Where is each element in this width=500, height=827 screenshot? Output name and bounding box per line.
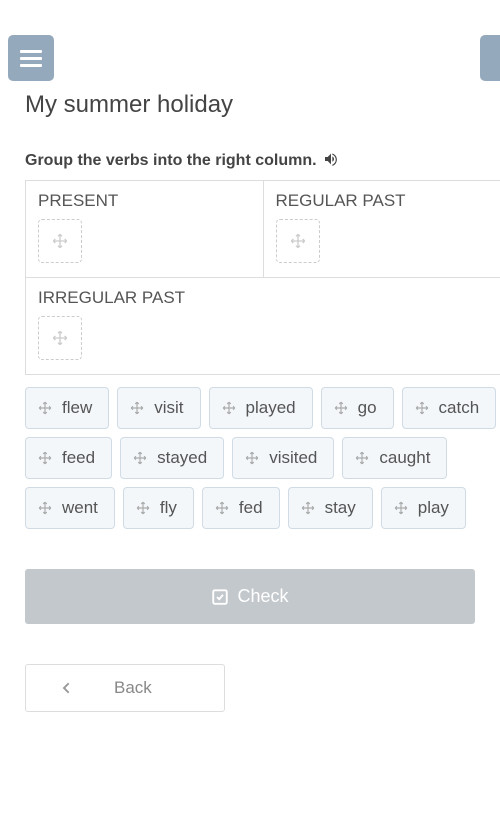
move-icon xyxy=(133,451,147,465)
drop-slot-regular-past[interactable] xyxy=(276,219,320,263)
chip-label: played xyxy=(246,398,296,418)
chip-went[interactable]: went xyxy=(25,487,115,529)
move-icon xyxy=(38,501,52,515)
chip-fed[interactable]: fed xyxy=(202,487,280,529)
column-header-regular-past: REGULAR PAST xyxy=(276,191,489,211)
chip-stayed[interactable]: stayed xyxy=(120,437,224,479)
chip-label: go xyxy=(358,398,377,418)
back-button-label: Back xyxy=(114,678,152,698)
column-irregular-past[interactable]: IRREGULAR PAST xyxy=(25,278,500,374)
chip-label: feed xyxy=(62,448,95,468)
right-side-button[interactable] xyxy=(480,35,500,81)
check-button-label: Check xyxy=(237,586,288,607)
chip-played[interactable]: played xyxy=(209,387,313,429)
chip-label: went xyxy=(62,498,98,518)
move-icon xyxy=(38,401,52,415)
chip-stay[interactable]: stay xyxy=(288,487,373,529)
check-button[interactable]: Check xyxy=(25,569,475,624)
chip-go[interactable]: go xyxy=(321,387,394,429)
move-icon xyxy=(38,451,52,465)
move-icon xyxy=(290,233,306,249)
column-header-present: PRESENT xyxy=(38,191,251,211)
hamburger-icon xyxy=(20,50,42,66)
chip-label: fed xyxy=(239,498,263,518)
chip-label: fly xyxy=(160,498,177,518)
chip-label: catch xyxy=(439,398,480,418)
chip-flew[interactable]: flew xyxy=(25,387,109,429)
page-title: My summer holiday xyxy=(25,91,500,119)
arrow-left-icon xyxy=(58,680,74,696)
check-icon xyxy=(211,588,229,606)
chip-visited[interactable]: visited xyxy=(232,437,334,479)
move-icon xyxy=(130,401,144,415)
move-icon xyxy=(222,401,236,415)
chip-label: stay xyxy=(325,498,356,518)
move-icon xyxy=(215,501,229,515)
chip-label: caught xyxy=(379,448,430,468)
chip-label: flew xyxy=(62,398,92,418)
move-icon xyxy=(301,501,315,515)
move-icon xyxy=(394,501,408,515)
move-icon xyxy=(355,451,369,465)
chip-caught[interactable]: caught xyxy=(342,437,447,479)
move-icon xyxy=(136,501,150,515)
instruction-label: Group the verbs into the right column. xyxy=(25,152,317,170)
instruction-text: Group the verbs into the right column. xyxy=(25,151,500,170)
chip-label: play xyxy=(418,498,449,518)
categorization-grid: PRESENT REGULAR PAST IRREGULAR PAST xyxy=(25,180,500,375)
column-present[interactable]: PRESENT xyxy=(25,181,263,277)
back-button[interactable]: Back xyxy=(25,664,225,712)
move-icon xyxy=(52,233,68,249)
chip-label: stayed xyxy=(157,448,207,468)
move-icon xyxy=(52,330,68,346)
move-icon xyxy=(415,401,429,415)
drop-slot-irregular-past[interactable] xyxy=(38,316,82,360)
menu-button[interactable] xyxy=(8,35,54,81)
chip-fly[interactable]: fly xyxy=(123,487,194,529)
column-regular-past[interactable]: REGULAR PAST xyxy=(263,181,500,277)
chip-catch[interactable]: catch xyxy=(402,387,497,429)
move-icon xyxy=(245,451,259,465)
chip-feed[interactable]: feed xyxy=(25,437,112,479)
chip-play[interactable]: play xyxy=(381,487,466,529)
move-icon xyxy=(334,401,348,415)
chip-visit[interactable]: visit xyxy=(117,387,200,429)
column-header-irregular-past: IRREGULAR PAST xyxy=(38,288,488,308)
drop-slot-present[interactable] xyxy=(38,219,82,263)
chip-label: visited xyxy=(269,448,317,468)
speaker-icon[interactable] xyxy=(323,151,339,170)
chip-label: visit xyxy=(154,398,183,418)
word-bank: flew visit played go catch feed stayed v… xyxy=(25,387,500,529)
